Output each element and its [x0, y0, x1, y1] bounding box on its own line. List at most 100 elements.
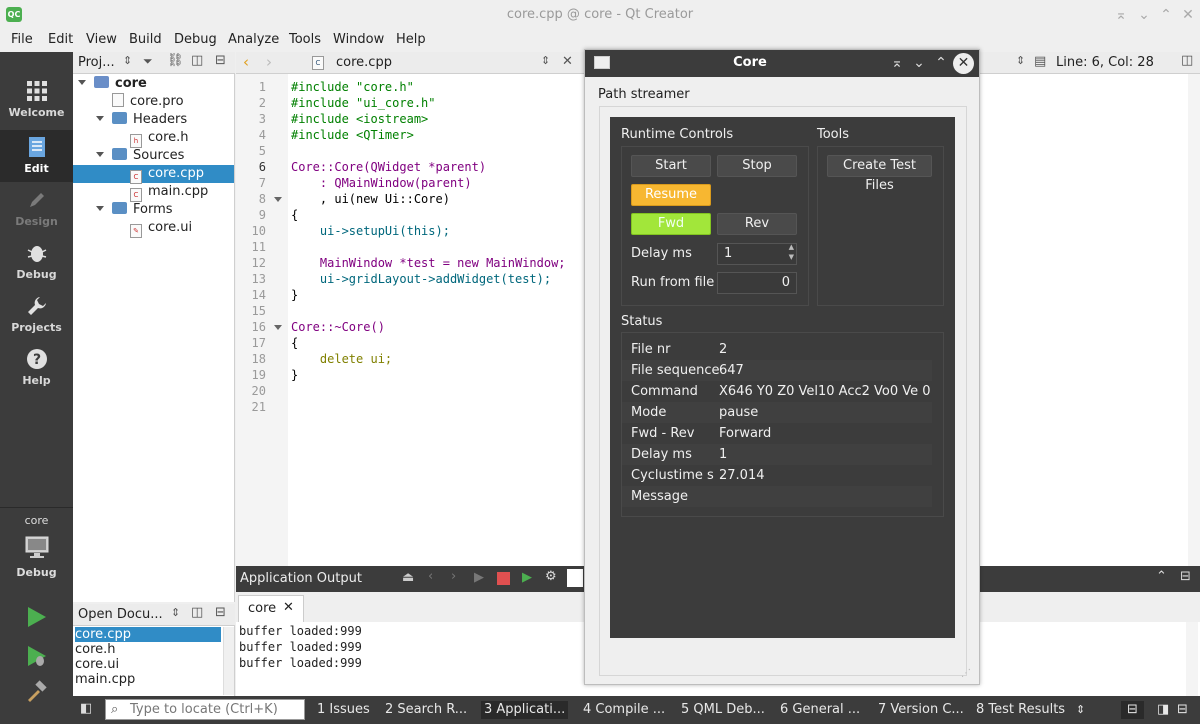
forward-icon[interactable]: › — [266, 53, 272, 71]
menu-window[interactable]: Window — [333, 32, 384, 47]
minimize-icon[interactable]: ⌄ — [910, 54, 928, 72]
menu-tools[interactable]: Tools — [289, 32, 321, 47]
delay-spinbox[interactable]: 1 ▲ ▼ — [717, 243, 797, 265]
menu-analyze[interactable]: Analyze — [228, 32, 279, 47]
close-tab-icon[interactable]: ✕ — [283, 600, 294, 615]
split-icon[interactable]: ◫ — [191, 53, 203, 68]
stop-icon[interactable] — [497, 572, 510, 585]
open-doc-item[interactable]: core.h — [75, 642, 221, 657]
updown-icon[interactable]: ⇕ — [1016, 54, 1025, 67]
resize-grip-icon[interactable]: ⋰ — [961, 668, 971, 679]
back-icon[interactable]: ‹ — [243, 53, 249, 71]
mode-edit[interactable]: Edit — [0, 130, 73, 182]
updown-icon[interactable]: ⇕ — [541, 54, 550, 67]
start-button[interactable]: Start — [631, 155, 711, 177]
toggle-sidebar-icon[interactable]: ◧ — [80, 701, 92, 716]
tree-file-core-pro[interactable]: core.pro — [73, 93, 234, 111]
pane-qml-debugger[interactable]: 5 QML Deb... — [681, 701, 765, 719]
menu-file[interactable]: File — [11, 32, 33, 47]
fwd-button[interactable]: Fwd — [631, 213, 711, 235]
pane-compile-output[interactable]: 4 Compile ... — [583, 701, 665, 719]
mode-design[interactable]: Design — [0, 183, 73, 235]
monitor-icon[interactable] — [24, 534, 50, 560]
updown-icon[interactable]: ⇕ — [123, 54, 132, 67]
filter-icon[interactable]: ⏷ — [143, 54, 153, 69]
keep-above-icon[interactable]: ⌅ — [1112, 6, 1130, 24]
run-icon[interactable] — [25, 605, 49, 629]
menu-edit[interactable]: Edit — [48, 32, 73, 47]
menu-build[interactable]: Build — [129, 32, 162, 47]
debug-run-icon[interactable] — [25, 644, 49, 668]
cursor-position[interactable]: Line: 6, Col: 28 — [1056, 55, 1154, 70]
output-tab-core[interactable]: core ✕ — [238, 595, 304, 622]
maximize-pane-icon[interactable]: ⌃ — [1156, 569, 1167, 584]
rerun-icon[interactable]: ▶ — [474, 570, 484, 585]
create-test-files-button[interactable]: Create Test Files — [827, 155, 932, 193]
mode-debug[interactable]: Debug — [0, 236, 73, 288]
tree-folder-headers[interactable]: Headers — [73, 111, 234, 129]
pane-version-control[interactable]: 7 Version C... — [878, 701, 964, 719]
open-doc-item[interactable]: core.cpp — [75, 627, 221, 642]
open-doc-item[interactable]: main.cpp — [75, 672, 221, 687]
menu-help[interactable]: Help — [396, 32, 426, 47]
maximize-icon[interactable]: ⌃ — [1157, 6, 1175, 24]
tree-file-core-h[interactable]: h core.h — [73, 129, 234, 148]
pane-search-results[interactable]: 2 Search R... — [385, 701, 467, 719]
search-icon[interactable] — [567, 569, 583, 587]
close-pane-icon[interactable]: ⊟ — [1180, 569, 1191, 584]
toggle-output-icon[interactable]: ⊟ — [1177, 701, 1188, 719]
close-icon[interactable]: ✕ — [1179, 6, 1197, 24]
fold-marker-icon[interactable] — [274, 325, 282, 330]
tree-file-main-cpp[interactable]: Cmain.cpp — [73, 183, 234, 202]
tree-folder-forms[interactable]: Forms — [73, 201, 234, 219]
panel-view-select[interactable]: Open Docu... — [78, 607, 163, 622]
close-document-icon[interactable]: ✕ — [562, 54, 573, 69]
updown-icon[interactable]: ⇕ — [171, 606, 180, 619]
attach-icon[interactable]: ⏏ — [402, 570, 414, 585]
rev-button[interactable]: Rev — [717, 213, 797, 235]
pane-application-output[interactable]: 3 Applicati... — [481, 701, 569, 719]
document-info-icon[interactable]: ▤ — [1034, 54, 1046, 69]
scrollbar[interactable] — [223, 627, 234, 695]
locator-input[interactable]: ⌕ Type to locate (Ctrl+K) — [105, 699, 305, 720]
fold-marker-icon[interactable] — [274, 197, 282, 202]
tree-file-core-ui[interactable]: ✎ core.ui — [73, 219, 234, 238]
split-icon[interactable]: ◫ — [191, 605, 203, 620]
stop-button[interactable]: Stop — [717, 155, 797, 177]
split-icon[interactable]: ◫ — [1181, 53, 1193, 68]
close-panel-icon[interactable]: ⊟ — [215, 53, 226, 68]
pane-general-messages[interactable]: 6 General ... — [780, 701, 860, 719]
updown-icon[interactable]: ⇕ — [1076, 701, 1085, 719]
pane-issues[interactable]: 1 Issues — [317, 701, 370, 719]
pane-test-results[interactable]: 8 Test Results — [976, 701, 1065, 719]
build-hammer-icon[interactable] — [25, 680, 49, 704]
debug-attach-icon[interactable]: ▶ — [522, 570, 532, 585]
open-doc-item[interactable]: core.ui — [75, 657, 221, 672]
next-icon[interactable]: › — [451, 569, 456, 584]
output-scrollbar[interactable] — [1186, 622, 1198, 696]
run-from-file-input[interactable]: 0 — [717, 272, 797, 294]
settings-gear-icon[interactable]: ⚙ — [545, 569, 557, 584]
editor-file-select[interactable]: core.cpp — [336, 55, 392, 70]
menu-debug[interactable]: Debug — [174, 32, 217, 47]
close-panel-icon[interactable]: ⊟ — [215, 605, 226, 620]
mode-help[interactable]: ? Help — [0, 342, 73, 394]
close-icon[interactable]: ✕ — [953, 53, 974, 74]
panel-view-select[interactable]: Proj... — [78, 55, 115, 70]
resume-button[interactable]: Resume — [631, 184, 711, 206]
progress-details-icon[interactable]: ⊟ — [1121, 701, 1144, 719]
maximize-icon[interactable]: ⌃ — [932, 54, 950, 72]
editor-scrollbar[interactable] — [1188, 74, 1200, 566]
tree-folder-sources[interactable]: Sources — [73, 147, 234, 165]
dialog-titlebar[interactable]: Core ⌅ ⌄ ⌃ ✕ — [585, 50, 979, 77]
tree-project-core[interactable]: core — [73, 75, 234, 93]
tree-file-core-cpp[interactable]: Ccore.cpp — [73, 165, 234, 184]
toggle-right-sidebar-icon[interactable]: ◨ — [1157, 701, 1169, 719]
menu-view[interactable]: View — [86, 32, 117, 47]
keep-above-icon[interactable]: ⌅ — [888, 54, 906, 72]
prev-icon[interactable]: ‹ — [428, 569, 433, 584]
link-icon[interactable]: ⛓ — [167, 53, 184, 68]
spin-arrows-icon[interactable]: ▲ ▼ — [789, 242, 794, 262]
mode-welcome[interactable]: Welcome — [0, 74, 73, 126]
mode-projects[interactable]: Projects — [0, 289, 73, 341]
